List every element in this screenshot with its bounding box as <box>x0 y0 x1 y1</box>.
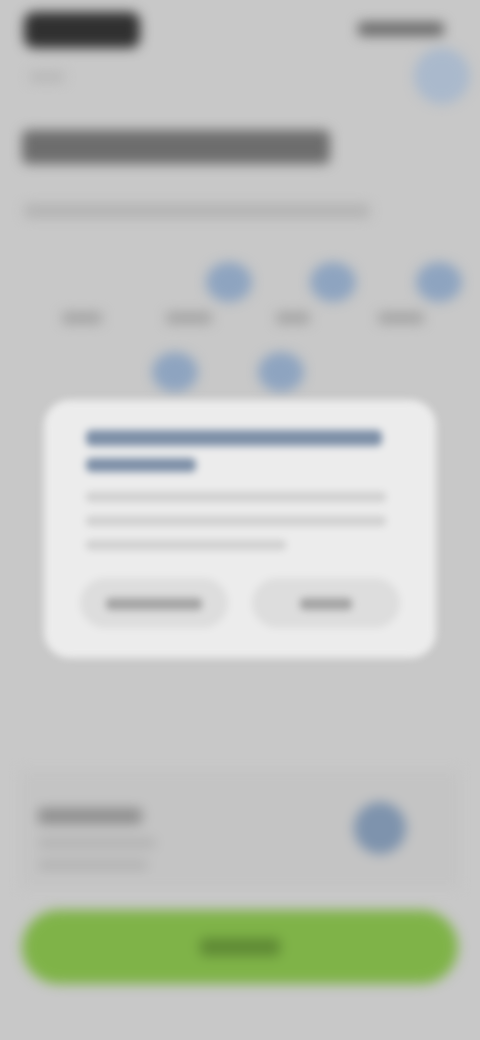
setting-toggle[interactable] <box>354 802 406 854</box>
option-label <box>276 312 310 324</box>
option-icon[interactable] <box>258 352 304 392</box>
dialog-body-line <box>86 540 286 550</box>
dialog-body-line <box>86 492 386 502</box>
dialog-body-line <box>86 516 386 526</box>
status-icons <box>358 22 444 36</box>
dialog-confirm-label <box>300 598 352 610</box>
page-title <box>22 130 330 164</box>
setting-label <box>38 808 142 824</box>
status-bar <box>0 0 480 60</box>
option-icon[interactable] <box>310 262 356 302</box>
app-screen <box>0 0 480 1040</box>
dialog-cancel-label <box>106 598 202 610</box>
option-icon[interactable] <box>152 352 198 392</box>
dialog <box>44 400 436 658</box>
option-label <box>62 312 102 324</box>
avatar[interactable] <box>414 48 470 104</box>
primary-button-label <box>200 938 280 956</box>
dialog-title <box>86 430 382 446</box>
setting-description <box>38 860 148 870</box>
back-link[interactable] <box>30 72 64 82</box>
page-subtitle <box>24 204 370 218</box>
setting-description <box>38 838 156 848</box>
option-icon[interactable] <box>416 262 462 302</box>
option-label <box>166 312 212 324</box>
status-time <box>24 12 140 48</box>
dialog-title-continued <box>86 458 196 472</box>
option-icon[interactable] <box>206 262 252 302</box>
option-label <box>378 312 424 324</box>
